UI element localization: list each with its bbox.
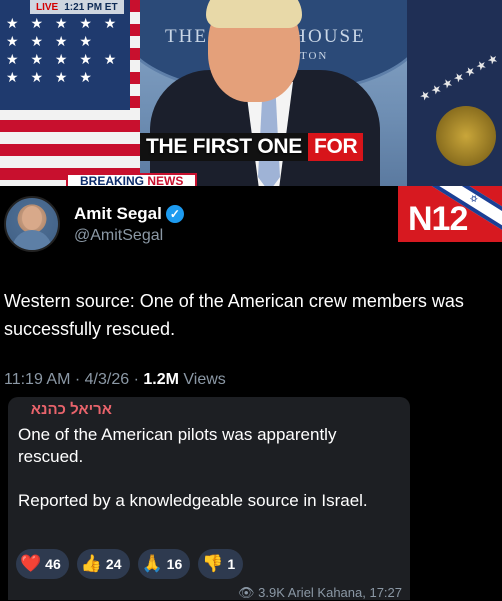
presidential-flag: ★★★★★★★: [407, 0, 502, 186]
thumbs-down-icon: 👎: [202, 554, 224, 573]
heart-icon: ❤️: [20, 554, 42, 573]
message-bubble: אריאל כהנא One of the American pilots wa…: [8, 397, 410, 600]
reaction-heart[interactable]: ❤️ 46: [16, 549, 69, 579]
views-count: 1.2M: [143, 371, 179, 388]
tweet-text: Western source: One of the American crew…: [4, 291, 464, 339]
message-author[interactable]: אריאל כהנא: [31, 401, 112, 418]
side-panel: [410, 397, 502, 600]
message-line-2: Reported by a knowledgeable source in Is…: [18, 491, 368, 510]
tweet-meta: 11:19 AM · 4/3/26 · 1.2M Views: [4, 371, 226, 388]
eagle-emblem: [436, 106, 496, 166]
thumbs-up-icon: 👍: [80, 554, 102, 573]
views-label: Views: [183, 371, 226, 388]
tweet-time[interactable]: 11:19 AM: [4, 371, 70, 388]
avatar[interactable]: [4, 196, 60, 252]
us-flag: ★ ★ ★ ★ ★ ★ ★ ★ ★ ★ ★ ★ ★ ★ ★ ★ ★ ★: [0, 0, 140, 186]
reaction-thumbs-down[interactable]: 👎 1: [198, 549, 244, 579]
verified-badge-icon: ✓: [165, 204, 184, 223]
message-line-1: One of the American pilots was apparentl…: [18, 425, 337, 466]
author-name[interactable]: Amit Segal: [74, 204, 162, 224]
message-footer: 👁 3.9K Ariel Kahana, 17:27: [238, 585, 402, 600]
reaction-pray[interactable]: 🙏 16: [137, 549, 191, 579]
breaking-news-banner: BREAKING NEWS: [66, 173, 198, 186]
author-handle[interactable]: @AmitSegal: [74, 227, 184, 245]
reaction-thumbs-up[interactable]: 👍 24: [76, 549, 130, 579]
tweet-date[interactable]: 4/3/26: [85, 371, 129, 388]
video-frame: THE WHITE HOUSE GTON ★ ★ ★ ★ ★★ ★ ★ ★★ ★…: [0, 0, 502, 186]
reactions-bar: ❤️ 46 👍 24 🙏 16 👎 1: [16, 549, 244, 579]
live-badge: LIVE 1:21 PM ET: [30, 0, 124, 14]
praying-hands-icon: 🙏: [141, 554, 163, 573]
channel-logo: ✡ N12: [398, 186, 502, 242]
tweet-header: Amit Segal ✓ @AmitSegal: [4, 196, 184, 252]
video-caption: THE FIRST ONE FOR: [140, 133, 364, 161]
